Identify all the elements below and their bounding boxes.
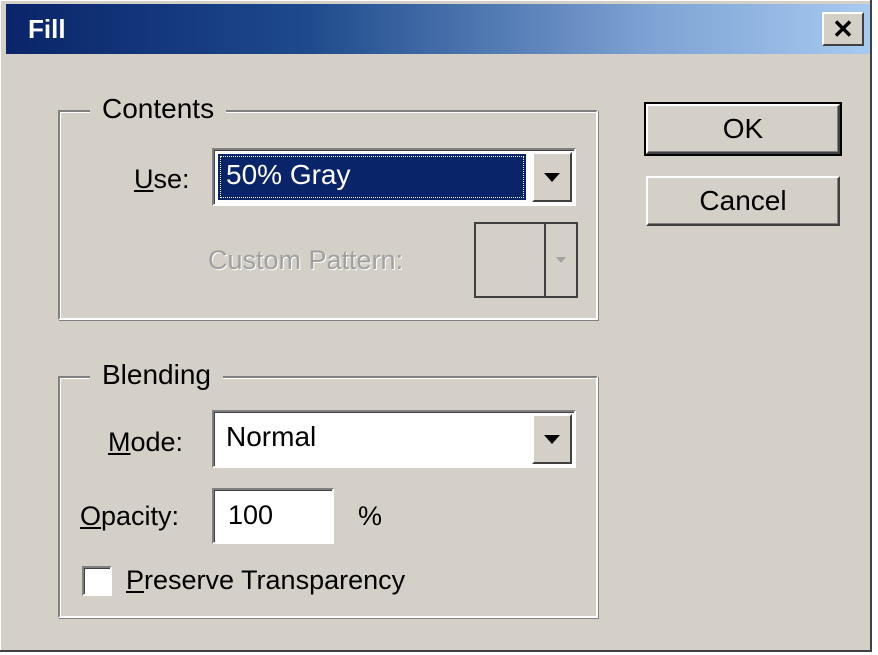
contents-group-label: Contents bbox=[90, 94, 227, 124]
title-bar[interactable]: Fill ✕ bbox=[6, 4, 870, 54]
chevron-down-icon bbox=[544, 434, 560, 444]
preserve-transparency-label[interactable]: Preserve Transparency bbox=[126, 564, 405, 596]
blending-group-label: Blending bbox=[90, 360, 223, 390]
mode-select-value: Normal bbox=[226, 421, 317, 452]
close-button[interactable]: ✕ bbox=[822, 12, 864, 46]
preserve-transparency-checkbox[interactable] bbox=[82, 566, 112, 596]
custom-pattern-label: Custom Pattern: bbox=[208, 245, 404, 275]
fill-dialog: Fill ✕ Contents Use: 50% Gray Custom Pat… bbox=[0, 0, 872, 652]
use-label: Use: bbox=[134, 164, 190, 194]
chevron-down-icon bbox=[544, 172, 560, 182]
pattern-dropdown bbox=[546, 224, 576, 296]
cancel-button[interactable]: Cancel bbox=[646, 176, 840, 226]
custom-pattern-picker bbox=[474, 222, 578, 298]
chevron-down-icon bbox=[556, 257, 566, 263]
close-icon: ✕ bbox=[832, 13, 854, 44]
mode-label: Mode: bbox=[108, 427, 184, 457]
use-select[interactable]: 50% Gray bbox=[212, 148, 576, 206]
mode-select[interactable]: Normal bbox=[212, 410, 576, 468]
pattern-swatch bbox=[476, 224, 546, 296]
opacity-label: Opacity: bbox=[80, 501, 180, 531]
window-title: Fill bbox=[28, 14, 66, 44]
mode-dropdown-button[interactable] bbox=[532, 414, 572, 464]
use-dropdown-button[interactable] bbox=[532, 152, 572, 202]
use-select-value: 50% Gray bbox=[218, 154, 526, 200]
opacity-input[interactable]: 100 bbox=[212, 488, 334, 544]
opacity-unit: % bbox=[358, 501, 383, 531]
ok-button[interactable]: OK bbox=[644, 102, 842, 156]
